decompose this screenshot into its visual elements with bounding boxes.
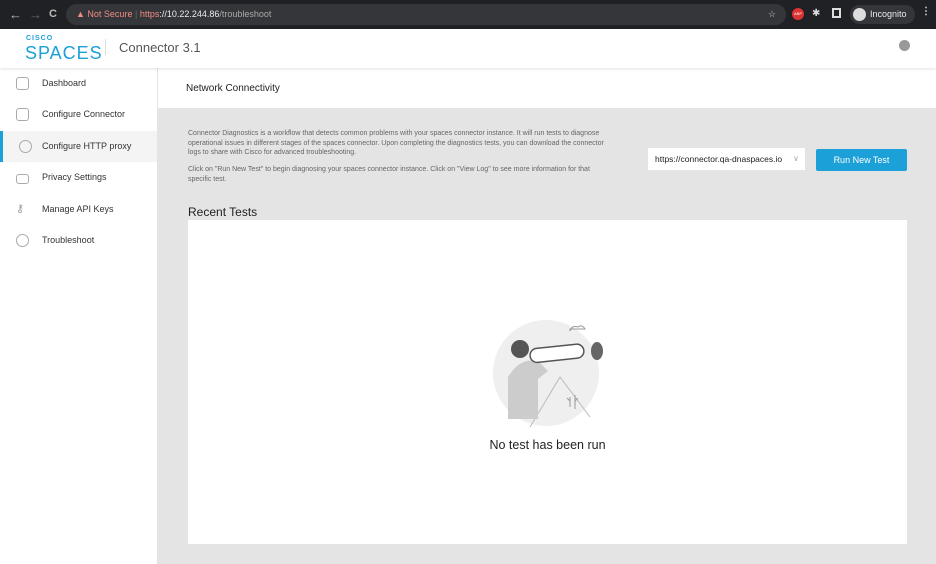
address-bar[interactable]: ▲ Not Secure | https://10.22.244.86/trou…	[66, 4, 786, 25]
sidebar-item-label: Dashboard	[42, 78, 87, 88]
dashboard-icon	[16, 77, 29, 90]
gear-icon	[19, 140, 32, 153]
page-header: Network Connectivity	[158, 68, 936, 108]
description-paragraph: Click on "Run New Test" to begin diagnos…	[188, 166, 590, 183]
empty-state-text: No test has been run	[489, 438, 606, 452]
warning-icon: ▲	[76, 9, 88, 19]
incognito-badge[interactable]: Incognito	[850, 5, 915, 24]
sidebar: Dashboard Configure Connector Configure …	[0, 68, 158, 564]
sidebar-item-manage-api-keys[interactable]: ⚷ Manage API Keys	[0, 194, 157, 225]
sidebar-item-label: Configure HTTP proxy	[42, 141, 132, 151]
security-label: Not Secure	[87, 9, 133, 19]
description-paragraph: Connector Diagnostics is a workflow that…	[188, 130, 604, 157]
reload-button[interactable]: C	[49, 8, 57, 20]
sidebar-item-configure-connector[interactable]: Configure Connector	[0, 99, 157, 130]
logo-cisco: CISCO	[26, 35, 54, 42]
key-icon: ⚷	[16, 203, 25, 215]
sidepanel-icon[interactable]	[832, 8, 841, 18]
recent-tests-card: No test has been run	[188, 220, 907, 544]
logo-spaces[interactable]: SPACES	[25, 43, 103, 64]
url-path: /troubleshoot	[219, 9, 272, 19]
browser-toolbar: ← → C ▲ Not Secure | https://10.22.244.8…	[0, 0, 936, 29]
abp-icon[interactable]: ABP	[792, 8, 804, 20]
url-host: ://10.22.244.86	[159, 9, 220, 19]
lock-icon	[16, 174, 29, 184]
star-icon[interactable]: ☆	[768, 4, 776, 25]
connector-icon	[16, 108, 29, 121]
divider	[105, 39, 106, 55]
select-value: https://connector.qa-dnaspaces.io	[655, 154, 783, 164]
extensions-icon[interactable]: ✱	[812, 8, 820, 19]
sidebar-item-label: Configure Connector	[42, 109, 126, 119]
menu-icon[interactable]: ⋮	[921, 6, 931, 17]
sidebar-item-label: Troubleshoot	[42, 235, 95, 245]
forward-button[interactable]: →	[29, 7, 42, 22]
sidebar-item-label: Privacy Settings	[42, 172, 107, 182]
user-icon[interactable]	[899, 40, 910, 51]
url-scheme: https	[139, 9, 160, 19]
sidebar-item-dashboard[interactable]: Dashboard	[0, 68, 157, 99]
back-button[interactable]: ←	[9, 7, 22, 22]
sidebar-item-troubleshoot[interactable]: Troubleshoot	[0, 225, 157, 256]
binoculars-illustration-icon	[493, 320, 603, 428]
sidebar-item-label: Manage API Keys	[42, 204, 114, 214]
chevron-down-icon: ∨	[793, 154, 799, 163]
sidebar-item-configure-http-proxy[interactable]: Configure HTTP proxy	[0, 131, 157, 162]
sidebar-item-privacy-settings[interactable]: Privacy Settings	[0, 162, 157, 193]
connector-url-select[interactable]: https://connector.qa-dnaspaces.io ∨	[648, 148, 805, 170]
recent-tests-title: Recent Tests	[188, 205, 258, 219]
pulse-icon	[16, 234, 29, 247]
app-title: Connector 3.1	[119, 40, 201, 55]
description: Connector Diagnostics is a workflow that…	[188, 129, 608, 185]
run-new-test-button[interactable]: Run New Test	[816, 149, 907, 171]
app-header: CISCO SPACES Connector 3.1	[0, 29, 936, 68]
page-title: Network Connectivity	[186, 83, 280, 94]
